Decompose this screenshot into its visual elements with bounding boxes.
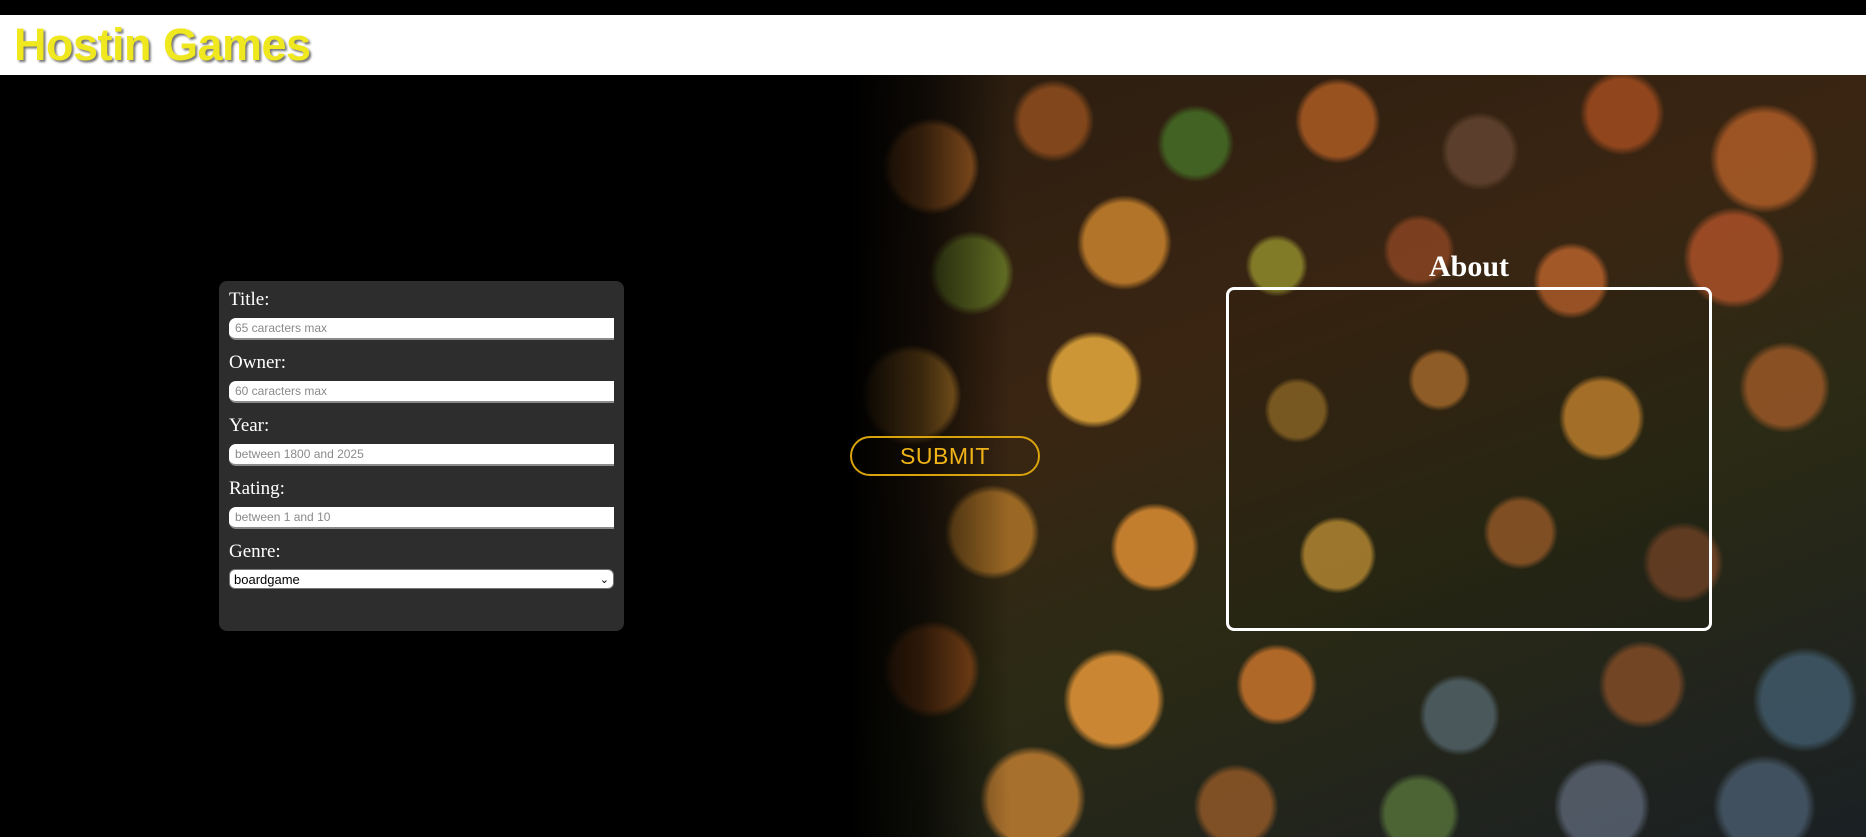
site-logo[interactable]: Hostin Games [14,19,311,71]
genre-selected-value: boardgame [234,571,300,587]
top-strip [0,0,1866,15]
genre-label: Genre: [229,541,281,562]
site-header: Hostin Games [0,15,1866,75]
about-box [1226,287,1712,631]
year-label: Year: [229,415,270,436]
owner-label: Owner: [229,352,286,373]
title-input[interactable] [229,318,614,340]
game-form: Title: Owner: Year: Rating: Genre: board… [219,281,624,631]
submit-button[interactable]: SUBMIT [850,436,1040,476]
chevron-down-icon: ⌄ [599,573,609,586]
about-title: About [1428,250,1510,283]
rating-label: Rating: [229,478,285,499]
main-stage: Title: Owner: Year: Rating: Genre: board… [0,75,1866,837]
title-label: Title: [229,289,270,310]
owner-input[interactable] [229,381,614,403]
genre-select[interactable]: boardgame ⌄ [229,569,614,589]
rating-input[interactable] [229,507,614,529]
year-input[interactable] [229,444,614,466]
